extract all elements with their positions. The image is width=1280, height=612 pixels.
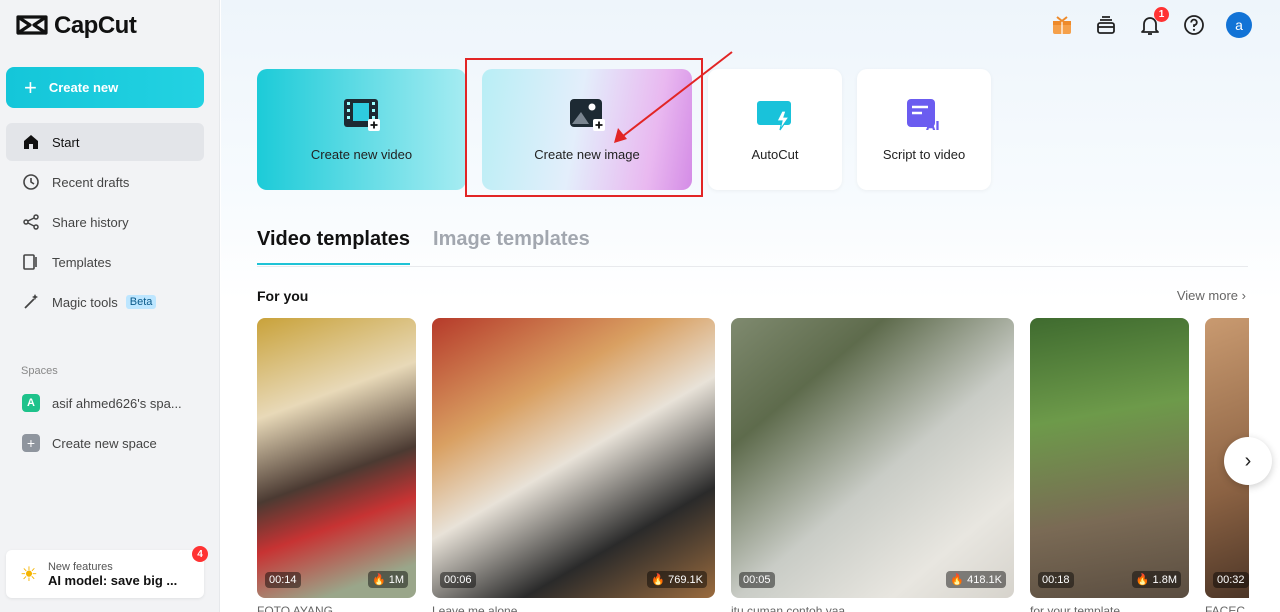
template-card[interactable]: 00:14 🔥 1M xyxy=(257,318,416,598)
view-more-label: View more xyxy=(1176,288,1239,303)
create-new-button[interactable]: + Create new xyxy=(6,67,204,108)
storage-button[interactable] xyxy=(1094,13,1118,37)
script-to-video-card[interactable]: AI Script to video xyxy=(857,69,991,190)
template-card[interactable]: 00:05 🔥 418.1K xyxy=(731,318,1014,598)
sidebar-item-label: Share history xyxy=(52,214,129,230)
template-caption: FOTO AYANG... xyxy=(257,604,344,612)
sidebar-item-recent-drafts[interactable]: Recent drafts xyxy=(6,163,204,201)
capcut-logo[interactable]: CapCut xyxy=(16,12,137,40)
sidebar-item-templates[interactable]: Templates xyxy=(6,243,204,281)
create-new-label: Create new xyxy=(48,80,119,95)
features-badge: 4 xyxy=(192,546,208,562)
likes-count: 🔥 769.1K xyxy=(647,571,707,588)
duration: 00:06 xyxy=(440,572,476,588)
template-caption: Leave me alone xyxy=(432,604,518,612)
template-tabs: Video templates Image templates xyxy=(257,228,590,265)
features-subtitle: AI model: save big ... xyxy=(47,572,178,588)
sidebar-item-start[interactable]: Start xyxy=(6,123,204,161)
space-name: asif ahmed626's spa... xyxy=(52,395,182,411)
sidebar-item-label: Recent drafts xyxy=(52,174,130,190)
sidebar-item-share-history[interactable]: Share history xyxy=(6,203,204,241)
likes-count: 🔥 418.1K xyxy=(946,571,1006,588)
capcut-logo-icon xyxy=(16,15,48,35)
create-new-space-button[interactable]: + Create new space xyxy=(6,424,204,462)
sidebar-item-label: Magic tools xyxy=(52,294,118,310)
help-icon xyxy=(1184,15,1204,35)
gift-icon xyxy=(1053,16,1071,34)
plus-icon: + xyxy=(22,434,40,452)
template-icon xyxy=(23,254,37,270)
sidebar-item-label: Start xyxy=(52,134,80,150)
notifications-button[interactable]: 1 xyxy=(1138,7,1169,37)
app-name: CapCut xyxy=(54,12,137,39)
duration: 00:18 xyxy=(1038,572,1074,588)
top-toolbar: 1 a xyxy=(1050,7,1252,38)
duration: 00:32 xyxy=(1213,572,1249,588)
notification-badge: 1 xyxy=(1154,7,1169,22)
card-label: Script to video xyxy=(882,147,966,162)
duration: 00:14 xyxy=(265,572,301,588)
autocut-card[interactable]: AutoCut xyxy=(708,69,842,190)
template-caption: for your template xyxy=(1030,604,1121,612)
create-space-label: Create new space xyxy=(52,435,157,451)
sidebar: CapCut + Create new Start Recent drafts … xyxy=(0,0,220,612)
help-button[interactable] xyxy=(1182,13,1206,37)
template-card[interactable]: 00:06 🔥 769.1K xyxy=(432,318,715,598)
likes-value: 418.1K xyxy=(967,574,1002,586)
carousel-next-button[interactable]: › xyxy=(1224,437,1272,485)
chevron-right-icon: › xyxy=(1244,449,1252,472)
tab-video-templates[interactable]: Video templates xyxy=(257,228,411,265)
duration: 00:05 xyxy=(739,572,775,588)
template-list: 00:14 🔥 1M FOTO AYANG... 00:06 🔥 769.1K … xyxy=(257,318,1249,612)
likes-value: 1M xyxy=(388,574,404,586)
lightbulb-icon: ☀ xyxy=(20,563,38,586)
view-more-link[interactable]: View more › xyxy=(1177,288,1246,303)
space-item[interactable]: A asif ahmed626's spa... xyxy=(6,384,204,422)
template-card[interactable]: 00:18 🔥 1.8M xyxy=(1030,318,1189,598)
autocut-icon xyxy=(757,101,791,131)
create-new-video-card[interactable]: Create new video xyxy=(257,69,466,190)
sidebar-item-label: Templates xyxy=(52,254,112,270)
new-features-banner[interactable]: ☀ New features AI model: save big ... 4 xyxy=(6,546,208,598)
film-icon xyxy=(343,99,380,131)
tab-divider xyxy=(257,266,1248,267)
likes-value: 769.1K xyxy=(668,574,703,586)
template-caption: FACEC... xyxy=(1205,604,1249,612)
space-avatar: A xyxy=(22,394,40,412)
section-title: For you xyxy=(257,288,309,304)
user-avatar[interactable]: a xyxy=(1226,12,1252,38)
beta-badge: Beta xyxy=(125,295,157,309)
plus-icon: + xyxy=(24,74,37,100)
magic-wand-icon xyxy=(24,294,38,309)
likes-count: 🔥 1M xyxy=(367,571,408,588)
home-icon xyxy=(24,135,38,149)
share-icon xyxy=(23,214,39,230)
features-title: New features xyxy=(47,560,113,573)
chevron-right-icon: › xyxy=(1241,288,1246,303)
likes-value: 1.8M xyxy=(1152,574,1177,586)
spaces-label: Spaces xyxy=(21,365,58,377)
likes-count: 🔥 1.8M xyxy=(1131,571,1181,588)
tab-image-templates[interactable]: Image templates xyxy=(433,228,590,265)
sidebar-item-magic-tools[interactable]: Magic tools Beta xyxy=(6,283,204,321)
main-content: 1 a Create new video Create new image Au… xyxy=(221,0,1280,612)
sidebar-nav: Start Recent drafts Share history Templa… xyxy=(6,123,204,323)
annotation-highlight-box xyxy=(465,58,703,197)
gift-button[interactable] xyxy=(1050,13,1074,37)
template-caption: itu cuman contoh yaa xyxy=(731,604,846,612)
clock-icon xyxy=(23,174,39,190)
script-ai-icon: AI xyxy=(907,99,940,133)
svg-text:AI: AI xyxy=(926,119,940,133)
card-label: Create new video xyxy=(310,147,413,162)
stack-icon xyxy=(1097,16,1115,34)
card-label: AutoCut xyxy=(751,147,799,162)
